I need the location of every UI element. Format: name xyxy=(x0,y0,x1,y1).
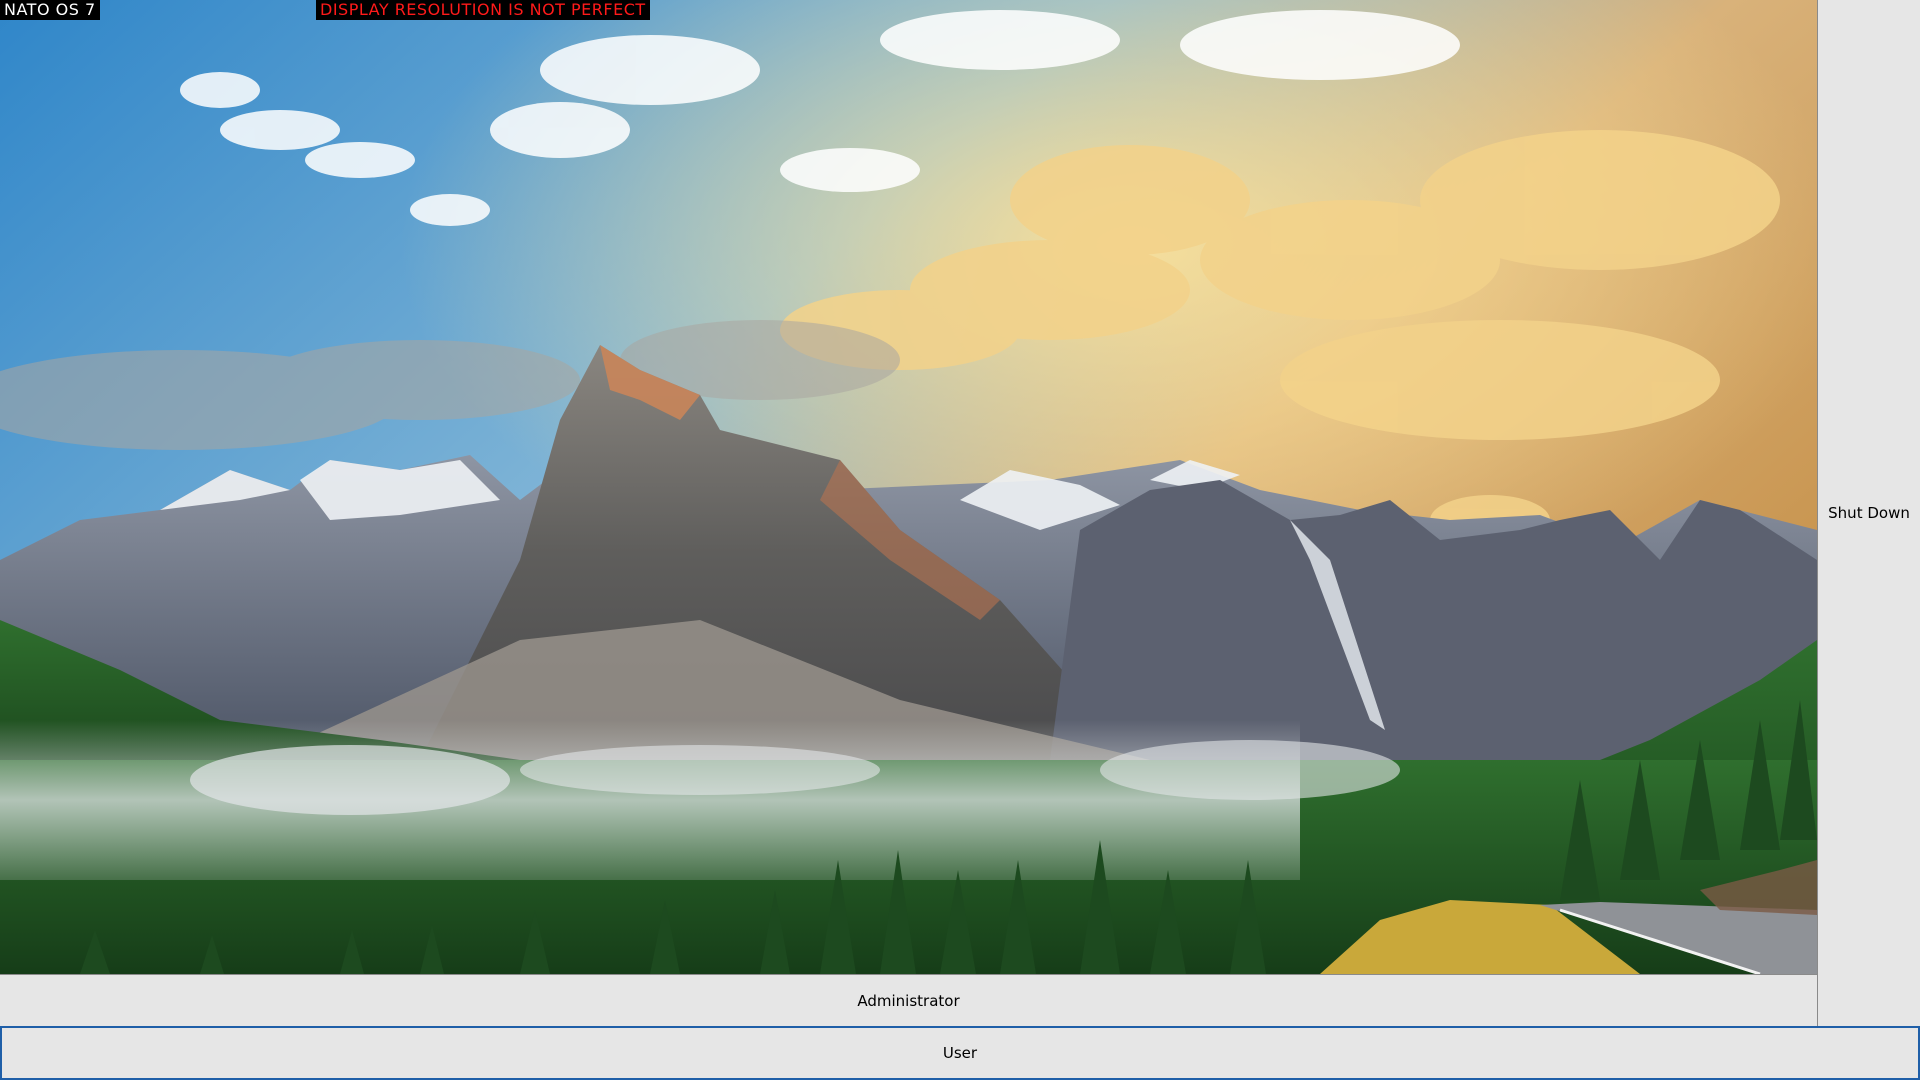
administrator-label: Administrator xyxy=(857,991,960,1010)
user-label: User xyxy=(942,1044,978,1062)
login-screen: NATO OS 7 DISPLAY RESOLUTION IS NOT PERF… xyxy=(0,0,1920,1080)
shut-down-button[interactable]: Shut Down xyxy=(1817,0,1920,1026)
resolution-warning-label: DISPLAY RESOLUTION IS NOT PERFECT xyxy=(316,0,650,20)
user-account-button[interactable]: User xyxy=(0,1026,1920,1080)
desktop-wallpaper xyxy=(0,0,1817,974)
mountain-landscape-image xyxy=(0,0,1817,974)
administrator-account-button[interactable]: Administrator xyxy=(0,974,1817,1026)
os-name-label: NATO OS 7 xyxy=(0,0,100,20)
shut-down-label: Shut Down xyxy=(1828,504,1910,522)
